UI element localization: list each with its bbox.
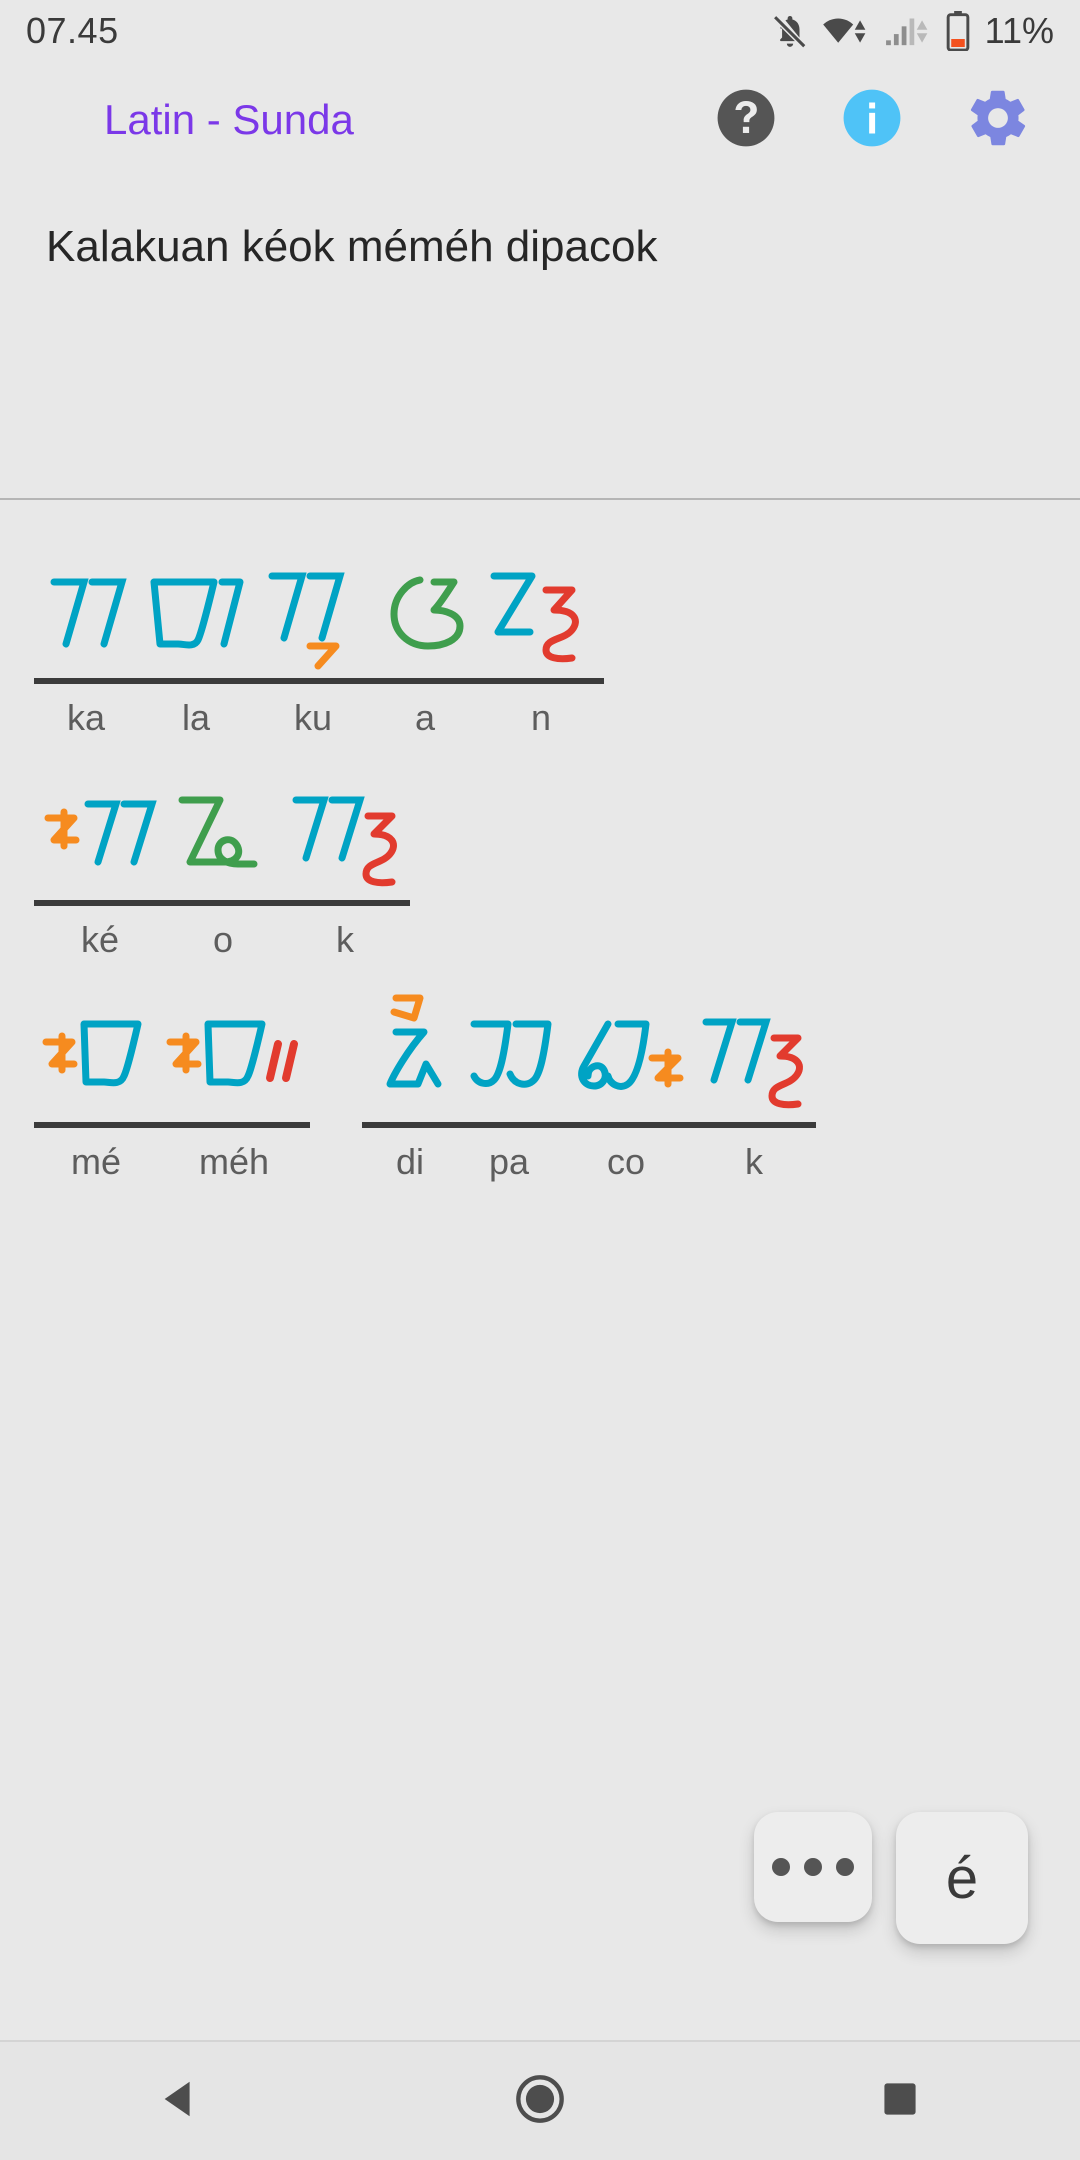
page-title: Latin - Sunda — [104, 96, 354, 143]
nav-recents-button[interactable] — [820, 2041, 980, 2160]
syllable[interactable]: n — [478, 544, 604, 742]
triangle-left-icon — [157, 2076, 203, 2127]
syllable-label: a — [414, 697, 436, 738]
syllable-rule — [362, 1122, 458, 1128]
sundanese-glyph — [40, 766, 160, 892]
sundanese-glyph — [260, 544, 366, 670]
syllable-label: n — [530, 697, 552, 738]
syllable[interactable]: ké — [34, 766, 166, 964]
syllable[interactable]: a — [372, 544, 478, 742]
notifications-off-icon — [771, 12, 809, 50]
special-char-fab[interactable]: é — [896, 1812, 1028, 1944]
sundanese-glyph — [164, 988, 304, 1114]
system-nav-bar — [0, 2040, 1080, 2160]
transliteration-output: ka la ku a n ké o k mé méh di pa co k — [0, 520, 1080, 1186]
output-word[interactable]: ké o k — [34, 766, 410, 964]
status-bar: 07.45 11% — [0, 0, 1080, 62]
sundanese-glyph — [172, 766, 274, 892]
gear-icon — [965, 85, 1031, 156]
syllable-rule — [34, 1122, 158, 1128]
settings-button[interactable] — [964, 86, 1032, 154]
syllable-rule — [34, 678, 138, 684]
syllable[interactable]: pa — [458, 988, 560, 1186]
syllable-label: o — [212, 919, 234, 960]
circle-icon — [514, 2073, 566, 2130]
syllable-rule — [158, 1122, 310, 1128]
syllable[interactable]: k — [280, 766, 410, 964]
floating-action-buttons: é — [0, 1812, 1080, 1944]
syllable-label: la — [181, 697, 211, 738]
syllable-rule — [34, 900, 166, 906]
status-clock: 07.45 — [26, 10, 119, 51]
phone-screen: 07.45 11% Latin - Sunda Kalakuan kéok mé… — [0, 0, 1080, 2160]
syllable[interactable]: ka — [34, 544, 138, 742]
sundanese-glyph — [378, 544, 472, 670]
syllable-rule — [560, 1122, 692, 1128]
help-circle-icon — [715, 87, 777, 154]
syllable-rule — [372, 678, 478, 684]
info-circle-icon — [841, 87, 903, 154]
sundanese-glyph — [368, 988, 452, 1114]
syllable-label: ku — [293, 697, 333, 738]
syllable-label: k — [336, 919, 354, 960]
sundanese-glyph — [698, 988, 810, 1114]
syllable-label: ké — [80, 919, 120, 960]
wifi-icon — [821, 12, 871, 50]
syllable-rule — [692, 1122, 816, 1128]
source-text-area[interactable]: Kalakuan kéok méméh dipacok — [0, 178, 1080, 498]
syllable-rule — [280, 900, 410, 906]
syllable-rule — [166, 900, 280, 906]
syllable[interactable]: la — [138, 544, 254, 742]
syllable[interactable]: o — [166, 766, 280, 964]
output-line: mé méh di pa co k — [34, 964, 1046, 1186]
syllable[interactable]: méh — [158, 988, 310, 1186]
info-button[interactable] — [838, 86, 906, 154]
battery-percent-label: 11% — [984, 10, 1054, 51]
sundanese-glyph — [286, 766, 404, 892]
nav-home-button[interactable] — [460, 2041, 620, 2160]
sundanese-glyph — [464, 988, 554, 1114]
sundanese-glyph — [484, 544, 598, 670]
special-char-label: é — [945, 1845, 979, 1911]
syllable-label: pa — [488, 1141, 530, 1182]
sundanese-glyph — [566, 988, 686, 1114]
syllable-label: méh — [198, 1141, 270, 1182]
output-word[interactable]: di pa co k — [362, 988, 816, 1186]
syllable[interactable]: co — [560, 988, 692, 1186]
sundanese-glyph — [40, 544, 132, 670]
syllable-rule — [458, 1122, 560, 1128]
output-word[interactable]: ka la ku a n — [34, 544, 604, 742]
syllable[interactable]: mé — [34, 988, 158, 1186]
syllable-label: k — [745, 1141, 763, 1182]
ellipsis-icon — [772, 1858, 854, 1876]
syllable[interactable]: k — [692, 988, 816, 1186]
square-icon — [878, 2077, 922, 2126]
section-divider — [0, 498, 1080, 500]
battery-low-icon — [945, 11, 971, 51]
syllable-rule — [254, 678, 372, 684]
syllable-label: ka — [66, 697, 106, 738]
sundanese-glyph — [40, 988, 152, 1114]
app-bar-actions — [712, 86, 1080, 154]
output-word[interactable]: mé méh — [34, 988, 310, 1186]
status-icons: 11% — [771, 10, 1054, 52]
syllable-label: di — [395, 1141, 425, 1182]
output-line: ka la ku a n ké o k — [34, 520, 1046, 964]
syllable-rule — [138, 678, 254, 684]
syllable-rule — [478, 678, 604, 684]
syllable-label: co — [606, 1141, 646, 1182]
app-bar: Latin - Sunda — [0, 62, 1080, 178]
syllable[interactable]: ku — [254, 544, 372, 742]
sundanese-glyph — [144, 544, 248, 670]
more-options-fab[interactable] — [754, 1812, 872, 1922]
source-text-input[interactable]: Kalakuan kéok méméh dipacok — [46, 218, 1034, 275]
syllable[interactable]: di — [362, 988, 458, 1186]
help-button[interactable] — [712, 86, 780, 154]
syllable-label: mé — [70, 1141, 121, 1182]
nav-back-button[interactable] — [100, 2041, 260, 2160]
cellular-signal-icon — [883, 12, 933, 50]
